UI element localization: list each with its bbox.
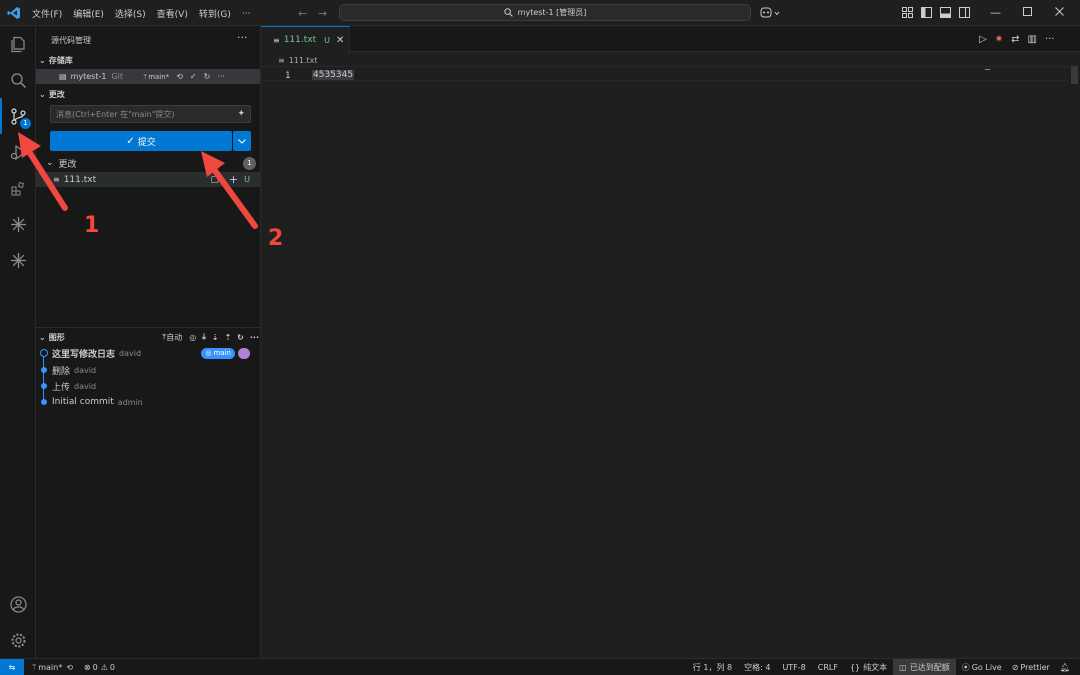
language-mode[interactable]: 纯文本 [863, 662, 887, 673]
broadcast-icon: ⦿ [961, 662, 970, 672]
status-branch[interactable]: main* [38, 663, 62, 672]
cursor-position[interactable]: 行 1，列 8 [693, 662, 732, 673]
quota-label: 已达到配额 [909, 662, 950, 672]
quota-indicator[interactable]: ◫ 已达到配额 [893, 659, 956, 675]
prettier-icon: ⊘ [1011, 662, 1019, 672]
error-count[interactable]: 0 [93, 663, 98, 672]
encoding[interactable]: UTF-8 [782, 663, 805, 672]
prettier-status[interactable]: Prettier [1020, 663, 1049, 672]
copilot-status-icon: ◫ [899, 662, 907, 672]
error-icon: ⊗ [83, 662, 91, 672]
annotation-arrow-2 [201, 151, 258, 229]
indentation[interactable]: 空格: 4 [744, 662, 770, 673]
annotation-arrow-1 [18, 132, 68, 211]
annotation-label-2: 2 [268, 226, 284, 251]
remote-indicator-icon[interactable]: ⇋ [0, 659, 24, 675]
status-bar: ⇋ ᛘ main* ⟲ ⊗ 0 ⚠ 0 行 1，列 8 空格: 4 UTF-8 … [0, 658, 1080, 675]
end-of-line[interactable]: CRLF [818, 663, 838, 672]
annotation-label-1: 1 [84, 213, 100, 238]
warning-count[interactable]: 0 [110, 663, 115, 672]
braces-icon: {} [849, 662, 861, 672]
warning-icon: ⚠ [100, 662, 108, 672]
branch-icon: ᛘ [32, 663, 37, 671]
annotation-arrows [18, 132, 258, 229]
notifications-bell-icon[interactable]: 🔔︎ [1060, 663, 1070, 672]
sync-icon[interactable]: ⟲ [66, 663, 73, 672]
go-live-button[interactable]: Go Live [972, 663, 1002, 672]
